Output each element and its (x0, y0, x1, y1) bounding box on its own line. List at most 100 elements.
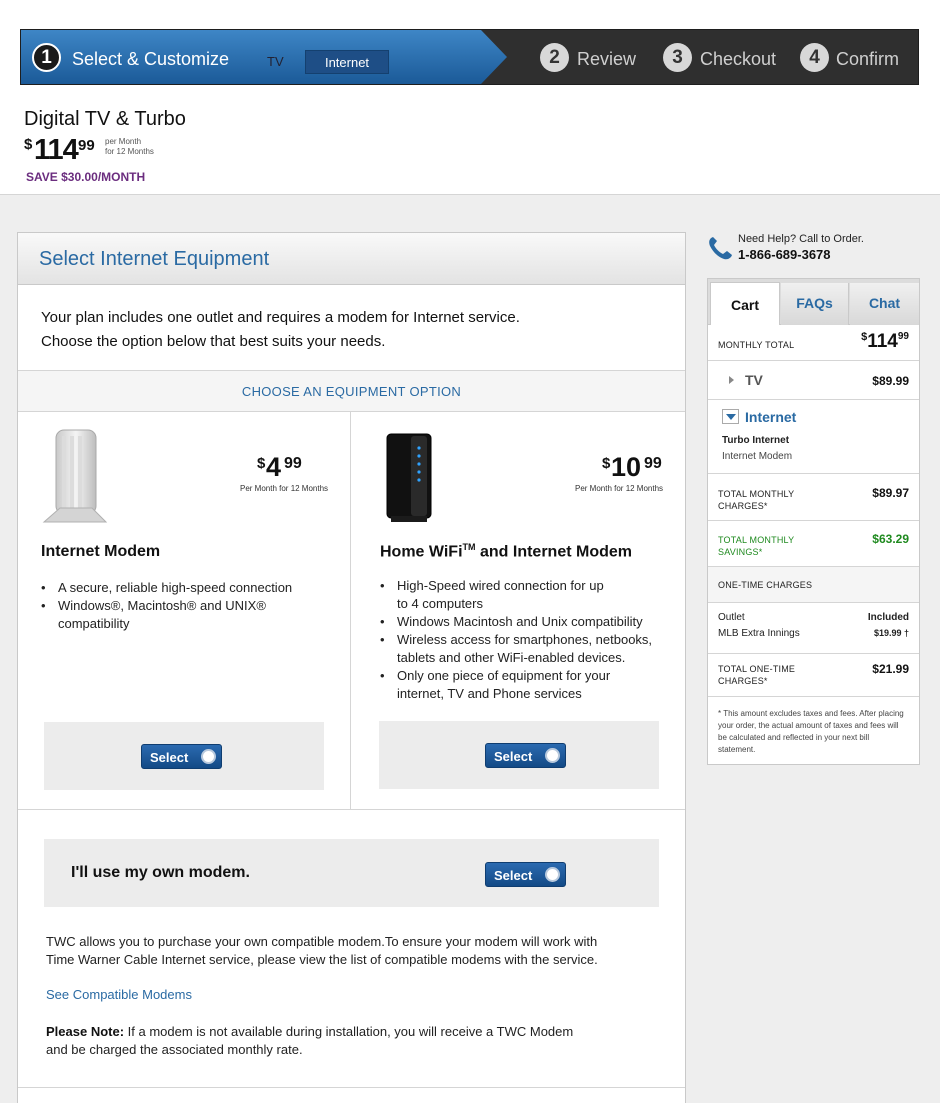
own-modem-description: TWC allows you to purchase your own comp… (46, 933, 646, 969)
section-divider (18, 809, 685, 810)
modem-white-image (42, 429, 108, 523)
option-home-wifi-modem: $ 10 99 Per Month for 12 Months Home WiF… (351, 412, 683, 809)
panel-header: Select Internet Equipment (18, 233, 685, 285)
wifi-feature: Windows Macintosh and Unix compatibility (380, 613, 652, 631)
own-modem-text-1: TWC allows you to purchase your own comp… (46, 934, 598, 949)
cart-tv-price: $89.99 (872, 374, 909, 388)
total-one-time-value: $21.99 (872, 662, 909, 676)
own-modem-area: I'll use my own modem. Select (44, 839, 659, 907)
plan-term: per Month for 12 Months (105, 137, 154, 157)
modem-feature-cont: compatibility (58, 616, 130, 631)
cart-internet-item-1: Turbo Internet (722, 435, 790, 446)
select-wifi-label: Select (494, 749, 533, 764)
expand-arrow-icon (729, 376, 734, 384)
wifi-feature-cont: to 4 computers (397, 596, 483, 611)
modem-price-currency: $ (257, 455, 266, 472)
select-modem-button[interactable]: Select (141, 744, 222, 769)
wifi-price-term: Per Month for 12 Months (575, 484, 664, 493)
one-time-charges-header: ONE-TIME CHARGES (708, 567, 919, 603)
collapse-arrow-icon[interactable] (722, 409, 739, 424)
equipment-panel: Select Internet Equipment Your plan incl… (17, 232, 686, 1103)
note-line-2: and be charged the associated monthly ra… (46, 1042, 303, 1057)
checkout-progress-bar: 1 Select & Customize TV Internet 2 Revie… (20, 29, 919, 85)
own-modem-text-2: Time Warner Cable Internet service, plea… (46, 952, 598, 967)
modem-title: Internet Modem (41, 543, 161, 560)
total-monthly-savings-label: TOTAL MONTHLY SAVINGS* (718, 535, 795, 557)
total-monthly-charges-label: TOTAL MONTHLY CHARGES* (718, 489, 795, 511)
compatible-modems-link[interactable]: See Compatible Modems (46, 987, 192, 1002)
wifi-select-area: Select (379, 721, 659, 789)
intro-text: Your plan includes one outlet and requir… (41, 306, 520, 354)
plan-term-line2: for 12 Months (105, 147, 154, 156)
modem-price-cents: 99 (284, 455, 302, 472)
modem-features: A secure, reliable high-speed connection… (41, 579, 292, 633)
cart-internet-item-2: Internet Modem (722, 451, 793, 462)
choose-option-heading: CHOOSE AN EQUIPMENT OPTION (18, 370, 685, 412)
total-monthly-charges-row: TOTAL MONTHLY CHARGES* $89.97 (708, 474, 919, 521)
cart-tv-row[interactable]: TV $89.99 (708, 361, 919, 400)
option-internet-modem: $ 4 99 Per Month for 12 Months Internet … (18, 412, 350, 809)
step-1-label: Select & Customize (72, 49, 230, 69)
cart-tabs: Cart FAQs Chat (708, 279, 919, 325)
please-note: Please Note: If a modem is not available… (46, 1023, 646, 1059)
wifi-price-dollars: 10 (611, 452, 642, 482)
wifi-title: Home WiFiTM and Internet Modem (380, 542, 632, 561)
modem-price-dollars: 4 (266, 452, 282, 482)
help-phone-number[interactable]: 1-866-689-3678 (738, 247, 831, 262)
wifi-features: High-Speed wired connection for up to 4 … (380, 577, 652, 703)
modem-feature: Windows®, Macintosh® and UNIX® (41, 597, 292, 615)
mlb-value: $19.99 † (873, 628, 909, 638)
plan-savings: SAVE $30.00/MONTH (26, 170, 146, 184)
cart-tv-label: TV (745, 372, 763, 388)
select-modem-label: Select (150, 750, 189, 765)
tab-chat[interactable]: Chat (850, 283, 919, 325)
select-wifi-button[interactable]: Select (485, 743, 566, 768)
outlet-value: Included (867, 612, 909, 623)
plan-price-cents: 99 (78, 137, 95, 154)
cart-internet-label: Internet (745, 409, 797, 425)
tab-faqs[interactable]: FAQs (781, 283, 849, 325)
radio-icon (545, 867, 560, 882)
wifi-feature-cont: internet, TV and Phone services (397, 686, 582, 701)
radio-icon (545, 748, 560, 763)
outlet-label: Outlet (718, 612, 745, 623)
select-own-modem-button[interactable]: Select (485, 862, 566, 887)
tab-cart[interactable]: Cart (710, 282, 780, 325)
plan-price-currency: $ (24, 136, 33, 153)
note-label: Please Note: (46, 1024, 125, 1039)
total-monthly-savings-value: $63.29 (872, 532, 909, 546)
monthly-total-value: $11499 (861, 331, 909, 352)
wifi-feature-cont: tablets and other WiFi-enabled devices. (397, 650, 626, 665)
own-modem-title: I'll use my own modem. (71, 864, 250, 881)
panel-bottom-divider (18, 1087, 685, 1088)
step-4-label: Confirm (836, 49, 900, 69)
intro-line-2: Choose the option below that best suits … (41, 333, 386, 350)
wifi-price-cents: 99 (644, 455, 662, 472)
plan-name: Digital TV & Turbo (24, 108, 186, 130)
one-time-items: Outlet Included MLB Extra Innings $19.99… (708, 603, 919, 654)
modem-feature: A secure, reliable high-speed connection (41, 579, 292, 597)
modem-select-area: Select (44, 722, 324, 790)
one-time-charges-label: ONE-TIME CHARGES (718, 580, 813, 590)
total-one-time-label: TOTAL ONE-TIME CHARGES* (718, 664, 796, 686)
wifi-feature: Only one piece of equipment for your (380, 667, 652, 685)
radio-icon (201, 749, 216, 764)
monthly-total-label: MONTHLY TOTAL (718, 340, 795, 350)
wifi-feature: Wireless access for smartphones, netbook… (380, 631, 652, 649)
wifi-feature: High-Speed wired connection for up (380, 577, 652, 595)
mlb-label: MLB Extra Innings (718, 628, 800, 639)
modem-black-image (386, 433, 432, 522)
cart-internet-row: Internet Turbo Internet Internet Modem (708, 400, 919, 474)
step-1-number: 1 (32, 43, 61, 72)
help-question: Need Help? Call to Order. (738, 233, 864, 245)
cart-panel: Cart FAQs Chat MONTHLY TOTAL $11499 TV $… (707, 278, 920, 765)
subtab-internet[interactable]: Internet (305, 50, 389, 74)
subtab-tv[interactable]: TV (267, 50, 284, 74)
wifi-price-currency: $ (602, 455, 611, 472)
phone-icon (709, 237, 732, 260)
monthly-total-row: MONTHLY TOTAL $11499 (708, 325, 919, 361)
step-3-number: 3 (663, 43, 692, 72)
cart-footnote: * This amount excludes taxes and fees. A… (718, 709, 904, 754)
step-2-label: Review (577, 49, 637, 69)
plan-term-line1: per Month (105, 137, 142, 146)
